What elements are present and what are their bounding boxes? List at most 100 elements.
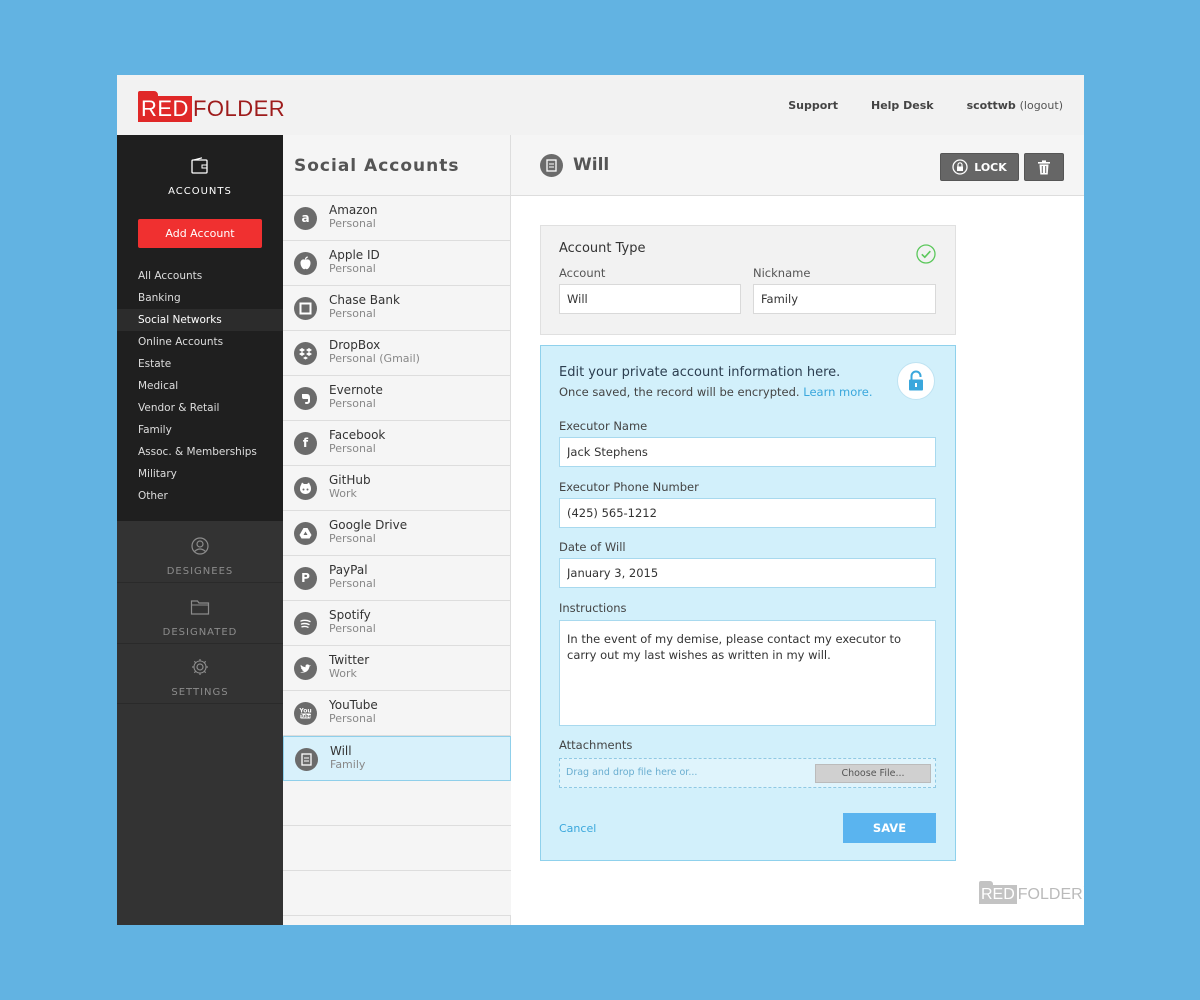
account-type: Work <box>329 487 357 500</box>
top-nav: Support Help Desk scottwb (logout) <box>788 99 1063 112</box>
account-name: Will <box>330 744 352 758</box>
empty-list-row <box>283 871 511 916</box>
account-list-item[interactable]: Google Drive Personal <box>283 511 511 556</box>
sidebar-category-item[interactable]: Family <box>117 419 283 441</box>
facebook-icon: f <box>294 432 317 455</box>
account-list-item[interactable]: Chase Bank Personal <box>283 286 511 331</box>
sidebar-accounts-label: ACCOUNTS <box>168 186 232 197</box>
will-icon <box>540 154 563 177</box>
sidebar-item-designated[interactable]: DESIGNATED <box>117 598 283 639</box>
sidebar-category-item[interactable]: Banking <box>117 287 283 309</box>
account-list-item[interactable]: DropBox Personal (Gmail) <box>283 331 511 376</box>
youtube-icon: You Tube <box>294 702 317 725</box>
account-type: Personal <box>329 442 376 455</box>
save-button[interactable]: SAVE <box>843 813 936 843</box>
account-list-item[interactable]: f Facebook Personal <box>283 421 511 466</box>
sidebar-category-item[interactable]: Online Accounts <box>117 331 283 353</box>
sidebar-settings-label: SETTINGS <box>171 687 229 698</box>
private-info-subtitle: Once saved, the record will be encrypted… <box>559 385 873 399</box>
person-icon <box>191 537 209 555</box>
sidebar-category-item[interactable]: Other <box>117 485 283 507</box>
attachment-dropzone[interactable]: Drag and drop file here or... Choose Fil… <box>559 758 936 788</box>
apple-icon <box>294 252 317 275</box>
account-type: Personal <box>329 577 376 590</box>
private-info-card: Edit your private account information he… <box>540 345 956 861</box>
account-name: Chase Bank <box>329 293 400 307</box>
executor-name-label: Executor Name <box>559 419 648 433</box>
account-type: Personal <box>329 712 376 725</box>
sidebar-category-item[interactable]: All Accounts <box>117 265 283 287</box>
account-name: Evernote <box>329 383 383 397</box>
account-list-item[interactable]: You Tube YouTube Personal <box>283 691 511 736</box>
account-type: Personal <box>329 397 376 410</box>
account-type: Personal <box>329 622 376 635</box>
sidebar-category-item[interactable]: Military <box>117 463 283 485</box>
redfolder-logo[interactable]: RED FOLDER <box>138 90 285 122</box>
evernote-icon <box>294 387 317 410</box>
account-list-item[interactable]: Will Family <box>283 736 511 781</box>
account-list-item[interactable]: P PayPal Personal <box>283 556 511 601</box>
account-name: Apple ID <box>329 248 380 262</box>
account-type-title: Account Type <box>559 241 646 256</box>
account-list-item[interactable]: GitHub Work <box>283 466 511 511</box>
learn-more-link[interactable]: Learn more. <box>803 385 872 399</box>
delete-button[interactable] <box>1024 153 1064 181</box>
detail-header: Will LOCK <box>511 135 1084 196</box>
sidebar-category-item[interactable]: Medical <box>117 375 283 397</box>
account-list-item[interactable]: Twitter Work <box>283 646 511 691</box>
accounts-section: ACCOUNTS Add Account All Accounts Banking… <box>117 135 283 521</box>
lock-button[interactable]: LOCK <box>940 153 1019 181</box>
unlock-badge <box>897 362 935 400</box>
app-window: RED FOLDER Support Help Desk scottwb (lo… <box>117 75 1084 925</box>
account-list-item[interactable]: Evernote Personal <box>283 376 511 421</box>
executor-name-input[interactable] <box>559 437 936 467</box>
executor-phone-input[interactable] <box>559 498 936 528</box>
category-list: All Accounts Banking Social Networks Online… <box>117 265 283 507</box>
account-name: Amazon <box>329 203 378 217</box>
trademark-mark: ™ <box>1083 885 1084 894</box>
top-header: RED FOLDER Support Help Desk scottwb (lo… <box>117 75 1084 135</box>
instructions-label: Instructions <box>559 601 627 615</box>
unlocked-padlock-icon <box>909 370 923 391</box>
sidebar-category-item[interactable]: Social Networks <box>117 309 283 331</box>
gear-icon <box>192 659 208 675</box>
sidebar: ACCOUNTS Add Account All Accounts Banking… <box>117 135 283 925</box>
username: scottwb <box>966 99 1016 112</box>
svg-text:You: You <box>298 708 311 715</box>
add-account-button[interactable]: Add Account <box>138 219 262 248</box>
lock-button-label: LOCK <box>974 160 1007 174</box>
encrypted-note: Once saved, the record will be encrypted… <box>559 385 800 399</box>
sidebar-item-designees[interactable]: DESIGNEES <box>117 537 283 578</box>
account-input[interactable] <box>559 284 741 314</box>
account-list-item[interactable]: a Amazon Personal <box>283 196 511 241</box>
instructions-textarea[interactable]: In the event of my demise, please contac… <box>559 620 936 726</box>
account-name: Facebook <box>329 428 386 442</box>
executor-phone-label: Executor Phone Number <box>559 480 699 494</box>
trash-icon <box>1038 159 1050 174</box>
sidebar-item-settings[interactable]: SETTINGS <box>117 658 283 699</box>
logout-link[interactable]: (logout) <box>1020 99 1063 112</box>
date-of-will-input[interactable] <box>559 558 936 588</box>
twitter-icon <box>294 657 317 680</box>
sidebar-category-item[interactable]: Vendor & Retail <box>117 397 283 419</box>
account-label: Account <box>559 266 606 280</box>
dropbox-icon <box>294 342 317 365</box>
account-name: Google Drive <box>329 518 408 532</box>
support-link[interactable]: Support <box>788 99 838 112</box>
choose-file-button[interactable]: Choose File... <box>815 764 931 783</box>
chase-icon <box>294 297 317 320</box>
folder-icon <box>190 600 210 615</box>
account-type: Family <box>330 758 366 771</box>
sidebar-category-item[interactable]: Estate <box>117 353 283 375</box>
nickname-input[interactable] <box>753 284 936 314</box>
cancel-link[interactable]: Cancel <box>559 822 596 835</box>
help-desk-link[interactable]: Help Desk <box>871 99 934 112</box>
sidebar-category-item[interactable]: Assoc. & Memberships <box>117 441 283 463</box>
empty-list-row <box>283 826 511 871</box>
paypal-icon: P <box>294 567 317 590</box>
svg-text:Tube: Tube <box>299 714 311 720</box>
account-list-item[interactable]: Apple ID Personal <box>283 241 511 286</box>
account-list-item[interactable]: Spotify Personal <box>283 601 511 646</box>
sidebar-item-accounts[interactable]: ACCOUNTS <box>117 157 283 198</box>
footer-logo: RED FOLDER ™ <box>979 881 1084 904</box>
